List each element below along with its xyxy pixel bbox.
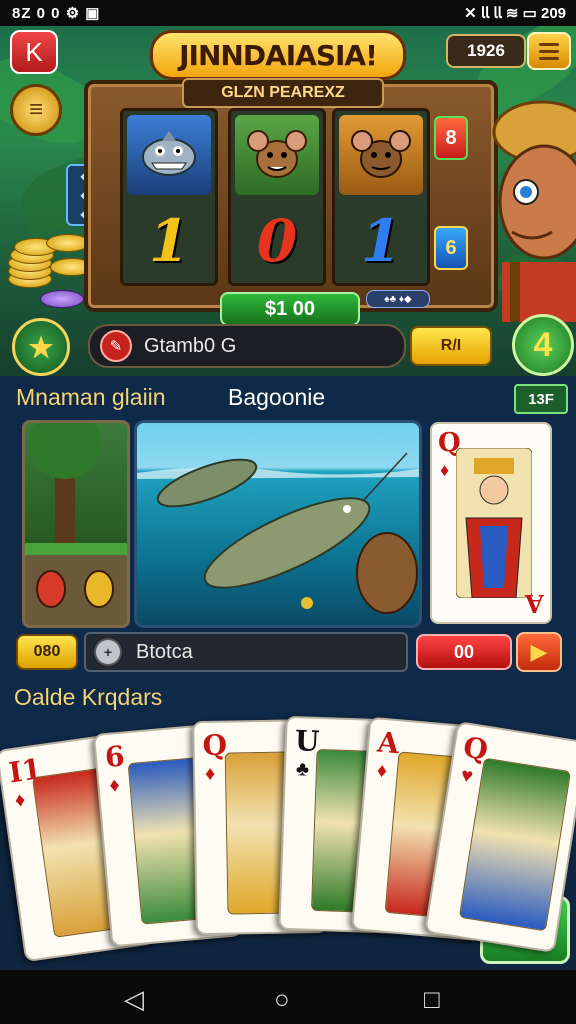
play-button[interactable]: ▶ [516,632,562,672]
gem-icon: 8 [434,116,468,160]
rat-icon [235,115,319,195]
system-nav-bar: ◁ ○ □ [0,970,576,1024]
slot-title: GLZN PEAREXZ [182,78,384,108]
status-left: 8Z 0 0 ⚙ ▣ [12,5,101,22]
card-rank: A [375,725,401,761]
back-icon: K [25,36,43,67]
menu-button[interactable] [527,32,571,70]
card-face-art [458,757,572,932]
slot-reel-2: 0 [228,108,326,286]
favorite-button[interactable]: ★ [12,318,70,376]
status-field[interactable]: + Btotca [84,632,408,672]
list-icon: ≡ [28,96,43,123]
card-rank: 6 [103,739,126,775]
card-rank: Q [202,728,228,762]
status-bar: 8Z 0 0 ⚙ ▣ ✕ 𝗅𝗅 𝗅𝗅 ≋ ▭ 209 [0,0,576,26]
back-nav-icon[interactable]: ◁ [124,984,144,1015]
slot-reel-3: 1 [332,108,430,286]
card-suit-icon: ♣ [295,758,310,781]
play-icon: ▶ [530,639,548,664]
section-title-left: Mnaman glaiin [16,384,166,410]
reel-number-3: 1 [360,207,402,275]
fishing-game-tile[interactable] [134,420,422,628]
shark-icon [127,115,211,195]
card-suit-icon: ♦ [13,788,27,812]
game-logo: JINNDAIASIA! [150,30,406,80]
suit-tag: ♠♣ ♦◆ [366,290,430,308]
home-nav-icon[interactable]: ○ [274,984,290,1015]
win-amount: $1 00 [220,292,360,326]
card-rank-bottom: A [525,589,544,618]
plus-circle-icon: + [94,638,122,666]
recents-nav-icon[interactable]: □ [424,984,440,1015]
section-badge[interactable]: 13F [514,384,568,414]
reel-number-1: 1 [148,207,190,275]
card-suit-icon: ♦ [108,774,121,797]
gem-icon: 6 [434,226,468,270]
section-title-center: Bagoonie [228,384,326,410]
plus-button[interactable]: 4 [512,314,574,376]
coin-counter: 1926 [446,34,526,68]
star-icon: ★ [28,331,54,363]
back-button[interactable]: K [10,30,58,74]
bet-button[interactable]: R/I [410,326,492,366]
menu-icon [539,42,559,46]
status-field-text: Btotca [136,640,193,663]
status-right: ✕ 𝗅𝗅 𝗅𝗅 ≋ ▭ 209 [464,5,566,22]
search-value: Gtamb0 G [144,334,237,357]
reel-number-2: 0 [256,207,298,275]
count-badge[interactable]: 080 [16,634,78,670]
amount-button[interactable]: 00 [416,634,512,670]
search-icon: ✎ [100,330,132,362]
card-suit-icon: ♦ [375,759,389,783]
diamond-icon: ♦ [440,460,450,480]
list-button[interactable]: ≡ [10,84,62,136]
slot-reel-1: 1 [120,108,218,286]
rat-icon [339,115,423,195]
queen-card[interactable]: Q ♦ A [430,422,552,624]
section-title-cards: Oalde Krqdars [14,684,163,710]
game-search-field[interactable]: ✎ Gtamb0 G [88,324,406,368]
card-suit-icon: ♥ [459,764,475,788]
card-suit-icon: ♦ [204,762,216,785]
jungle-game-tile[interactable] [22,420,130,628]
explorer-character [482,92,576,322]
